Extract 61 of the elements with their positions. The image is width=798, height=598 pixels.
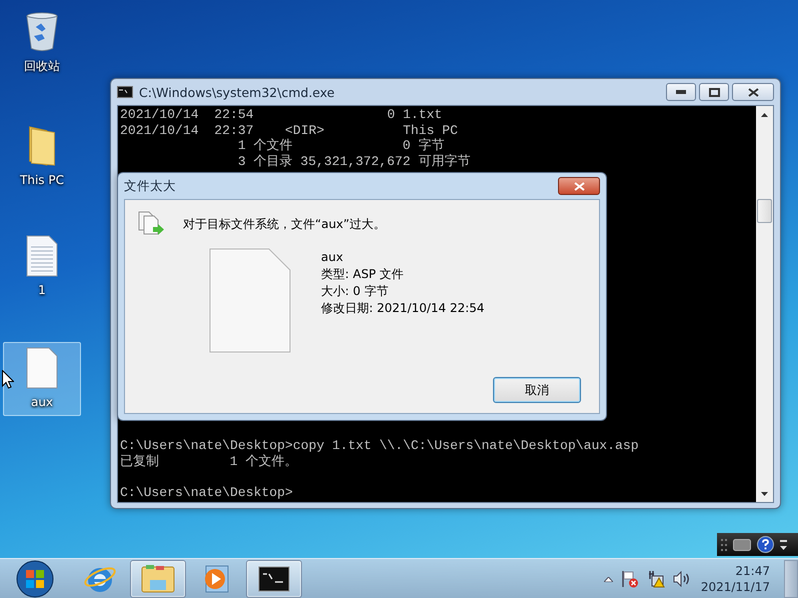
show-hidden-icons-button[interactable] <box>604 576 613 582</box>
minimize-icon <box>676 90 686 94</box>
scrollbar-thumb[interactable] <box>757 199 772 223</box>
options-button[interactable] <box>780 540 787 550</box>
dialog-title: 文件太大 <box>124 178 176 194</box>
dialog-message: 对于目标文件系统，文件“aux”过大。 <box>183 216 386 233</box>
console-line: C:\Users\nate\Desktop>copy 1.txt \\.\C:\Users\nate\Desktop\aux.asp <box>120 438 640 454</box>
file-copy-icon <box>137 210 165 238</box>
desktop-icon[interactable]: 回收站 <box>3 6 81 80</box>
window-title: C:\Windows\system32\cmd.exe <box>139 84 335 100</box>
console-icon <box>258 566 290 592</box>
down-arrow-icon <box>761 492 768 496</box>
console-line: 已复制 1 个文件。 <box>120 454 298 470</box>
mouse-cursor-icon <box>2 370 14 389</box>
console-line: 3 个目录 35,321,372,672 可用字节 <box>236 154 472 170</box>
keyboard-icon <box>733 538 751 550</box>
file-detail: 大小: 0 字节 <box>321 284 390 299</box>
taskbar-button[interactable] <box>246 560 302 598</box>
maximize-icon <box>708 88 720 96</box>
console-line: 1 个文件 0 字节 <box>236 138 444 154</box>
desktop-icon-label: 1 <box>38 283 46 297</box>
help-icon <box>757 536 774 553</box>
blank-file-icon <box>209 248 291 353</box>
desktop-icon[interactable]: 1 <box>3 230 81 304</box>
close-button[interactable] <box>558 177 600 195</box>
blank-file-icon <box>26 347 58 389</box>
close-icon <box>574 182 584 190</box>
keyboard-button[interactable] <box>733 538 751 550</box>
file-detail: 修改日期: 2021/10/14 22:54 <box>321 301 484 316</box>
media-player-icon <box>202 564 230 594</box>
clock[interactable]: 21:47 2021/11/17 <box>698 563 772 595</box>
up-arrow-icon <box>761 112 768 116</box>
network-button[interactable] <box>646 570 665 588</box>
desktop-icon-label: This PC <box>20 173 64 187</box>
desktop-icon-label: 回收站 <box>24 58 60 75</box>
console-icon <box>117 86 133 98</box>
grip-icon <box>721 538 727 550</box>
volume-button[interactable] <box>672 571 691 587</box>
speaker-icon <box>672 571 691 587</box>
menu-icon <box>780 540 787 550</box>
close-button[interactable] <box>732 83 774 101</box>
help-button[interactable] <box>757 536 774 553</box>
action-center-button[interactable] <box>620 570 639 588</box>
desktop-icon-label: aux <box>30 395 54 409</box>
minimize-button[interactable] <box>666 83 696 101</box>
folder-icon <box>140 564 176 594</box>
console-line: 2021/10/14 22:37 <DIR> This PC <box>120 122 459 138</box>
desktop-icon[interactable]: This PC <box>3 118 81 192</box>
text-file-icon <box>26 235 58 277</box>
scrollbar[interactable] <box>756 106 773 502</box>
up-arrow-icon <box>604 576 613 582</box>
file-detail: 类型: ASP 文件 <box>321 267 405 282</box>
network-warning-icon <box>646 570 665 588</box>
close-icon <box>748 88 758 96</box>
start-orb-icon <box>16 560 54 598</box>
file-detail: aux <box>321 250 344 265</box>
cancel-button[interactable]: 取消 <box>493 377 581 403</box>
console-prompt: C:\Users\nate\Desktop> <box>120 485 294 501</box>
flag-icon <box>620 570 639 588</box>
console-line: 2021/10/14 22:54 0 1.txt <box>120 107 444 123</box>
maximize-button[interactable] <box>699 83 729 101</box>
